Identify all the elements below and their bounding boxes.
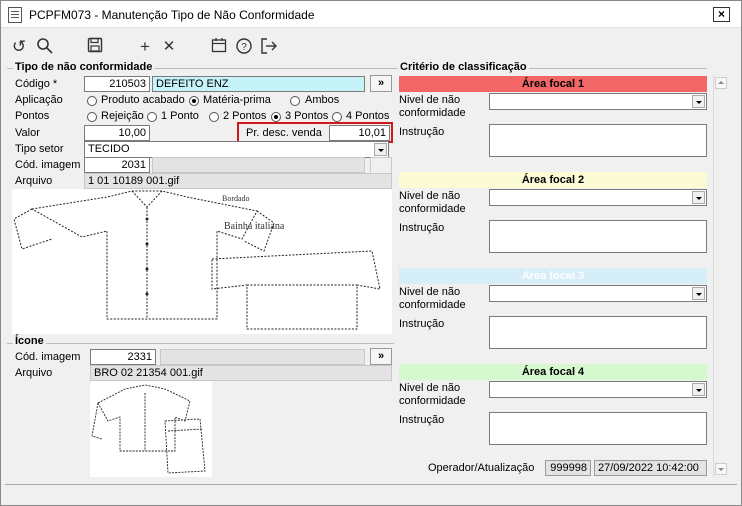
radio-3-pontos[interactable] [271,112,281,122]
radio-3-pontos-label: 3 Pontos [285,110,329,122]
radio-materia-prima[interactable] [189,96,199,106]
area-focal-3-header: Área focal 3 [399,268,707,284]
tipo-setor-value: TECIDO [88,143,130,155]
operador-field: 999998 [545,460,591,476]
radio-2-pontos[interactable] [209,112,219,122]
area4-instrucao-label: Instrução [399,414,445,426]
operador-label: Operador/Atualização [428,462,535,474]
group-title-tipo: Tipo de não conformidade [13,61,155,73]
cod-imagem-field[interactable]: 2031 [84,157,150,173]
image-caption-bainha: Bainha italiana [224,221,285,232]
cod-imagem-label: Cód. imagem [15,159,81,171]
exit-icon[interactable] [259,37,279,57]
area3-instrucao-label: Instrução [399,318,445,330]
area-focal-1-header: Área focal 1 [399,76,707,92]
cod-imagem-desc-field [152,157,365,173]
area2-instrucao-textarea[interactable] [489,220,707,253]
radio-rejeicao[interactable] [87,112,97,122]
area1-instrucao-label: Instrução [399,126,445,138]
icone-group-border [7,343,394,344]
icone-arquivo-field: BRO 02 21354 001.gif [90,365,392,381]
image-caption-bordado: Bordado [222,194,250,203]
remove-icon[interactable]: ✕ [159,37,179,57]
search-icon[interactable] [35,37,55,57]
chevron-down-icon [692,191,705,204]
pr-desc-label: Pr. desc. venda [246,127,322,139]
pontos-label: Pontos [15,110,50,122]
codigo-lookup-button[interactable]: » [370,75,392,92]
cod-imagem-lookup-button [370,157,392,174]
area4-nivel-label-2: conformidade [399,395,466,407]
radio-4-pontos[interactable] [332,112,342,122]
svg-text:?: ? [241,42,247,53]
tipo-image: Bordado Bainha italiana [12,189,392,334]
area3-nivel-label-2: conformidade [399,299,466,311]
undo-icon[interactable]: ↺ [9,37,29,57]
area3-nivel-label-1: Nivel de não [399,286,461,298]
app-icon [8,7,22,23]
arquivo-field: 1 01 10189 001.gif [84,173,392,189]
arquivo-label: Arquivo [15,175,53,187]
area1-nivel-label-2: conformidade [399,107,466,119]
radio-rejeicao-label: Rejeição [101,110,144,122]
save-icon[interactable] [85,37,105,57]
area3-nivel-select[interactable] [489,285,707,302]
valor-label: Valor [15,127,40,139]
add-icon[interactable]: + [135,37,155,57]
pr-desc-field[interactable]: 10,01 [329,125,390,141]
area-focal-4-header: Área focal 4 [399,364,707,380]
tipo-setor-select[interactable]: TECIDO [84,141,389,158]
icone-cod-imagem-field[interactable]: 2331 [90,349,156,365]
radio-2-pontos-label: 2 Pontos [223,110,267,122]
area2-instrucao-label: Instrução [399,222,445,234]
codigo-label: Código * [15,78,58,90]
area2-nivel-label-2: conformidade [399,203,466,215]
tipo-setor-label: Tipo setor [15,143,64,155]
radio-ambos[interactable] [290,96,300,106]
window-title: PCPFM073 - Manutenção Tipo de Não Confor… [29,8,315,22]
main-window: PCPFM073 - Manutenção Tipo de Não Confor… [0,0,742,506]
chevron-down-icon [374,143,387,156]
area1-nivel-label-1: Nivel de não [399,94,461,106]
area1-nivel-select[interactable] [489,93,707,110]
radio-ambos-label: Ambos [305,94,340,106]
area4-nivel-label-1: Nivel de não [399,382,461,394]
bottom-separator [5,484,737,485]
icone-cod-imagem-label: Cód. imagem [15,351,81,363]
radio-materia-prima-label: Matéria-prima [203,94,271,106]
valor-field[interactable]: 10,00 [84,125,150,141]
data-atualizacao-field: 27/09/2022 10:42:00 [594,460,707,476]
chevron-down-icon [692,383,705,396]
group-title-icone: Ícone [13,335,46,347]
area1-instrucao-textarea[interactable] [489,124,707,157]
area-focal-2-header: Área focal 2 [399,172,707,188]
group-title-criterio: Critério de classificação [398,61,529,73]
chevron-down-icon [692,95,705,108]
icone-cod-imagem-desc-field [160,349,365,365]
title-bar: PCPFM073 - Manutenção Tipo de Não Confor… [1,1,741,28]
calendar-icon[interactable] [209,37,229,57]
radio-1-ponto[interactable] [147,112,157,122]
icone-lookup-button[interactable]: » [370,348,392,365]
area4-nivel-select[interactable] [489,381,707,398]
descricao-field[interactable]: DEFEITO ENZ [152,76,365,92]
help-icon[interactable]: ? [234,37,254,57]
scroll-down-icon[interactable] [715,463,727,475]
icone-image [90,381,212,477]
area2-nivel-label-1: Nivel de não [399,190,461,202]
radio-1-ponto-label: 1 Ponto [161,110,199,122]
chevron-down-icon [692,287,705,300]
area4-instrucao-textarea[interactable] [489,412,707,445]
aplicacao-label: Aplicação [15,94,63,106]
scroll-up-icon[interactable] [715,77,727,89]
radio-produto-acabado[interactable] [87,96,97,106]
area3-instrucao-textarea[interactable] [489,316,707,349]
codigo-field[interactable]: 210503 [84,76,150,92]
radio-4-pontos-label: 4 Pontos [346,110,390,122]
radio-produto-acabado-label: Produto acabado [101,94,185,106]
vertical-scrollbar[interactable] [713,75,727,477]
close-button[interactable]: × [713,7,730,22]
area2-nivel-select[interactable] [489,189,707,206]
icone-arquivo-label: Arquivo [15,367,53,379]
